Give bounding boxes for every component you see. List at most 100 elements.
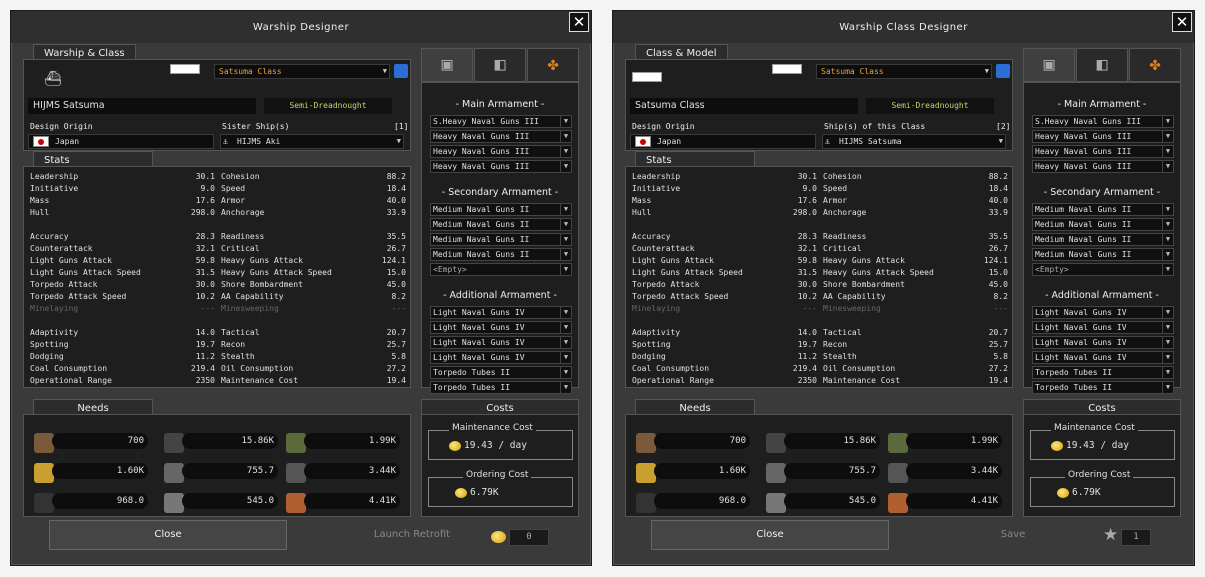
class-select[interactable]: Satsuma Class ▼	[816, 64, 992, 79]
stat-row: Heavy Guns Attack 124.1	[823, 255, 1008, 267]
retrofit-cost-field: 0	[509, 529, 549, 546]
stat-value: 124.1	[983, 256, 1008, 265]
ship-silhouette-icon: ⛴	[44, 71, 62, 87]
armament-slot-select[interactable]: Heavy Naval Guns III ▼	[430, 130, 572, 143]
stat-row: Spotting 19.7	[30, 339, 215, 351]
edit-icon[interactable]	[394, 64, 408, 78]
stat-value: 19.7	[797, 340, 817, 349]
armament-slot-select[interactable]: Heavy Naval Guns III ▼	[1032, 145, 1174, 158]
launch-retrofit-button[interactable]: Launch Retrofit	[347, 520, 477, 550]
armament-section-title: - Secondary Armament -	[441, 187, 559, 198]
armament-section-title: - Main Armament -	[455, 99, 545, 110]
stat-row: Recon 25.7	[823, 339, 1008, 351]
armament-slot-select[interactable]: S.Heavy Naval Guns III ▼	[430, 115, 572, 128]
armament-slot-select[interactable]: Torpedo Tubes II ▼	[1032, 381, 1174, 394]
armament-slot-select[interactable]: Heavy Naval Guns III ▼	[1032, 160, 1174, 173]
armament-slot-select[interactable]: Medium Naval Guns II ▼	[1032, 233, 1174, 246]
stat-row: Mass 17.6	[632, 195, 817, 207]
armament-slot-select[interactable]: Torpedo Tubes II ▼	[1032, 366, 1174, 379]
close-button[interactable]: Close	[651, 520, 889, 550]
armament-slot-select[interactable]: Light Naval Guns IV ▼	[1032, 351, 1174, 364]
armament-slot-select[interactable]: S.Heavy Naval Guns III ▼	[1032, 115, 1174, 128]
chevron-down-icon: ▼	[396, 137, 401, 145]
stat-label: Minesweeping	[221, 304, 279, 313]
stat-label: Minesweeping	[823, 304, 881, 313]
armament-slot-select[interactable]: Heavy Naval Guns III ▼	[1032, 130, 1174, 143]
stat-row: Tactical 20.7	[823, 327, 1008, 339]
armament-slot-select[interactable]: Torpedo Tubes II ▼	[430, 381, 572, 394]
armament-slot-select[interactable]: Medium Naval Guns II ▼	[430, 203, 572, 216]
stats-grid: Leadership 30.1 Initiative 9.0 Mass 17.6 Hull 2…	[30, 171, 406, 385]
armament-slot-select[interactable]: Heavy Naval Guns III ▼	[430, 160, 572, 173]
stat-label: Readiness	[221, 232, 265, 241]
armament-slot-select[interactable]: Light Naval Guns IV ▼	[430, 306, 572, 319]
class-name-field[interactable]: Satsuma Class	[630, 98, 858, 114]
stat-value: 19.4	[386, 376, 406, 385]
armament-slot-select[interactable]: Light Naval Guns IV ▼	[1032, 336, 1174, 349]
stat-row: Oil Consumption 27.2	[221, 363, 406, 375]
need-value: 968.0	[654, 493, 750, 509]
armament-slot-select[interactable]: Light Naval Guns IV ▼	[430, 321, 572, 334]
chevron-down-icon: ▼	[1162, 367, 1173, 378]
engine-icon	[766, 463, 786, 483]
armament-slot-select[interactable]: Torpedo Tubes II ▼	[430, 366, 572, 379]
stat-value: 40.0	[988, 196, 1008, 205]
armament-slot-select[interactable]: Medium Naval Guns II ▼	[430, 248, 572, 261]
armament-slot-select[interactable]: Medium Naval Guns II ▼	[430, 218, 572, 231]
armament-slot-select[interactable]: Heavy Naval Guns III ▼	[430, 145, 572, 158]
armament-slot-select[interactable]: Light Naval Guns IV ▼	[1032, 306, 1174, 319]
stat-value: 30.0	[195, 280, 215, 289]
armament-slot-select[interactable]: Medium Naval Guns II ▼	[430, 233, 572, 246]
class-select[interactable]: Satsuma Class ▼	[214, 64, 390, 79]
tab-guns-icon[interactable]: ▣	[421, 48, 473, 82]
sister-select[interactable]: ⚓ HIJMS Aki ▼	[220, 134, 404, 149]
tab-guns-icon[interactable]: ▣	[1023, 48, 1075, 82]
stat-row: Accuracy 28.3	[30, 231, 215, 243]
armament-slot-select[interactable]: Medium Naval Guns II ▼	[1032, 248, 1174, 261]
armament-slot-select[interactable]: <Empty> ▼	[1032, 263, 1174, 276]
stat-value: 31.5	[195, 268, 215, 277]
ship-class-icon	[632, 72, 662, 82]
window-title: Warship Designer	[11, 11, 591, 43]
class-ships-select[interactable]: ⚓ HIJMS Satsuma ▼	[822, 134, 1006, 149]
sister-count: [1]	[394, 122, 409, 131]
armament-slot-select[interactable]: Light Naval Guns IV ▼	[430, 336, 572, 349]
ship-name-field[interactable]: HIJMS Satsuma	[28, 98, 256, 114]
chevron-down-icon: ▼	[560, 204, 571, 215]
armament-section-title: - Additional Armament -	[1045, 290, 1159, 301]
chevron-down-icon: ▼	[1162, 322, 1173, 333]
armament-slot-value: Medium Naval Guns II	[433, 220, 530, 229]
close-icon[interactable]: ✕	[1172, 12, 1192, 32]
maintenance-label: Maintenance Cost	[449, 423, 536, 433]
save-button[interactable]: Save	[973, 520, 1053, 550]
armament-slot-value: Medium Naval Guns II	[1035, 235, 1132, 244]
gold-coin-icon	[449, 440, 461, 451]
stat-row: Speed 18.4	[221, 183, 406, 195]
edit-icon[interactable]	[996, 64, 1010, 78]
tab-propeller-icon[interactable]: ✤	[1129, 48, 1181, 82]
armament-slot-select[interactable]: Medium Naval Guns II ▼	[1032, 218, 1174, 231]
stat-label: Coal Consumption	[30, 364, 108, 373]
armament-slot-select[interactable]: <Empty> ▼	[430, 263, 572, 276]
armament-slot-select[interactable]: Light Naval Guns IV ▼	[1032, 321, 1174, 334]
tab-propeller-icon[interactable]: ✤	[527, 48, 579, 82]
chevron-down-icon: ▼	[560, 337, 571, 348]
armament-slot-select[interactable]: Light Naval Guns IV ▼	[430, 351, 572, 364]
stat-label: Spotting	[30, 340, 69, 349]
stat-value: 25.7	[988, 340, 1008, 349]
armament-slot-value: Heavy Naval Guns III	[1035, 147, 1132, 156]
armament-slot-value: Light Naval Guns IV	[1035, 353, 1127, 362]
armament-slot-select[interactable]: Medium Naval Guns II ▼	[1032, 203, 1174, 216]
tab-armor-icon[interactable]: ◧	[1076, 48, 1128, 82]
stat-value: 88.2	[988, 172, 1008, 181]
chevron-down-icon: ▼	[1162, 116, 1173, 127]
close-icon[interactable]: ✕	[569, 12, 589, 32]
steel-plates-icon	[164, 493, 184, 513]
stat-value: 18.4	[988, 184, 1008, 193]
stat-value: 32.1	[195, 244, 215, 253]
tab-armor-icon[interactable]: ◧	[474, 48, 526, 82]
close-button[interactable]: Close	[49, 520, 287, 550]
armament-panel: - Main Armament - S.Heavy Naval Guns III ▼…	[1023, 82, 1181, 394]
stat-row: Readiness 35.5	[823, 231, 1008, 243]
armament-slot-value: Light Naval Guns IV	[1035, 308, 1127, 317]
